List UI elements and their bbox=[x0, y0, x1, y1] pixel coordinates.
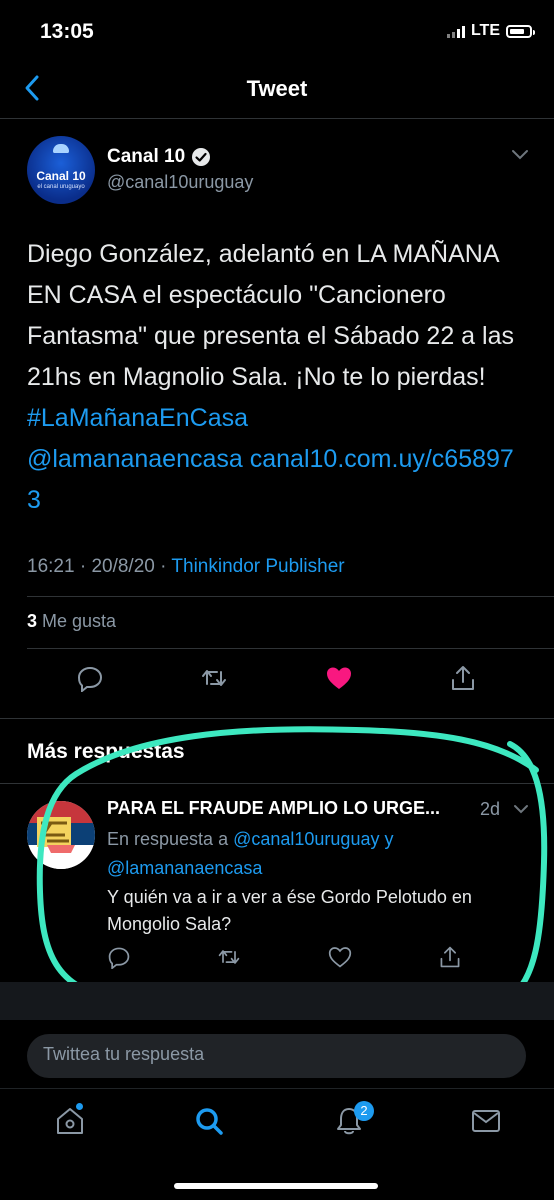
likes-divider bbox=[27, 648, 554, 649]
tweet-menu-button[interactable] bbox=[510, 148, 530, 167]
avatar-logo-subtext: el canal uruguayo bbox=[37, 184, 85, 190]
share-button[interactable] bbox=[449, 664, 477, 692]
header-divider bbox=[0, 118, 554, 119]
tweet-text: Diego González, adelantó en LA MAÑANA EN… bbox=[27, 234, 527, 521]
like-button[interactable] bbox=[325, 664, 353, 692]
like-icon bbox=[327, 667, 351, 689]
reply-composer-input[interactable]: Twittea tu respuesta bbox=[27, 1034, 526, 1078]
retweet-button[interactable] bbox=[200, 664, 228, 692]
tab-home[interactable] bbox=[54, 1105, 86, 1137]
meta-divider bbox=[27, 596, 554, 597]
tweet-time: 16:21 bbox=[27, 556, 75, 577]
tabbar-divider bbox=[0, 1088, 554, 1089]
author-name[interactable]: Canal 10 bbox=[107, 146, 211, 168]
hashtag-link[interactable]: #LaMañanaEnCasa bbox=[27, 404, 248, 432]
page-title: Tweet bbox=[246, 76, 308, 101]
likes-label: Me gusta bbox=[42, 611, 117, 631]
home-icon bbox=[57, 1108, 83, 1134]
reply-icon bbox=[77, 666, 103, 694]
tweet-date: 20/8/20 bbox=[91, 556, 155, 577]
network-label: LTE bbox=[470, 22, 500, 39]
author-name-text: Canal 10 bbox=[107, 146, 186, 167]
battery-icon bbox=[506, 24, 535, 38]
likes-count: 3 bbox=[27, 611, 38, 631]
tweet-meta: 16:21 · 20/8/20 · Thinkindor Publisher bbox=[27, 556, 345, 577]
avatar-logo-text: Canal 10 bbox=[36, 169, 86, 183]
verified-icon bbox=[192, 148, 211, 166]
retweet-icon bbox=[202, 670, 226, 686]
chevron-down-icon bbox=[512, 150, 528, 160]
tweet-source[interactable]: Thinkindor Publisher bbox=[171, 556, 344, 577]
signal-icon bbox=[446, 24, 465, 38]
home-new-dot bbox=[76, 1103, 83, 1110]
status-indicators: LTE bbox=[446, 22, 535, 40]
author-avatar[interactable]: Canal 10 el canal uruguayo bbox=[27, 136, 95, 204]
actions-divider bbox=[0, 718, 554, 719]
mention-link[interactable]: @lamananaencasa bbox=[27, 445, 243, 473]
notifications-badge: 2 bbox=[354, 1101, 374, 1121]
likes-summary[interactable]: 3 Me gusta bbox=[27, 611, 116, 632]
highlight-circle bbox=[36, 726, 548, 1012]
reply-button[interactable] bbox=[76, 664, 104, 694]
section-gap bbox=[0, 982, 554, 1020]
share-icon bbox=[452, 666, 474, 690]
tab-messages[interactable] bbox=[470, 1105, 502, 1137]
tab-search[interactable] bbox=[193, 1105, 225, 1137]
mail-icon bbox=[472, 1110, 500, 1132]
search-icon bbox=[196, 1108, 223, 1135]
tweet-body: Diego González, adelantó en LA MAÑANA EN… bbox=[27, 240, 514, 391]
home-indicator bbox=[174, 1183, 378, 1189]
author-handle[interactable]: @canal10uruguay bbox=[107, 172, 253, 193]
status-time: 13:05 bbox=[40, 20, 94, 43]
channel-logo-icon bbox=[53, 144, 69, 153]
